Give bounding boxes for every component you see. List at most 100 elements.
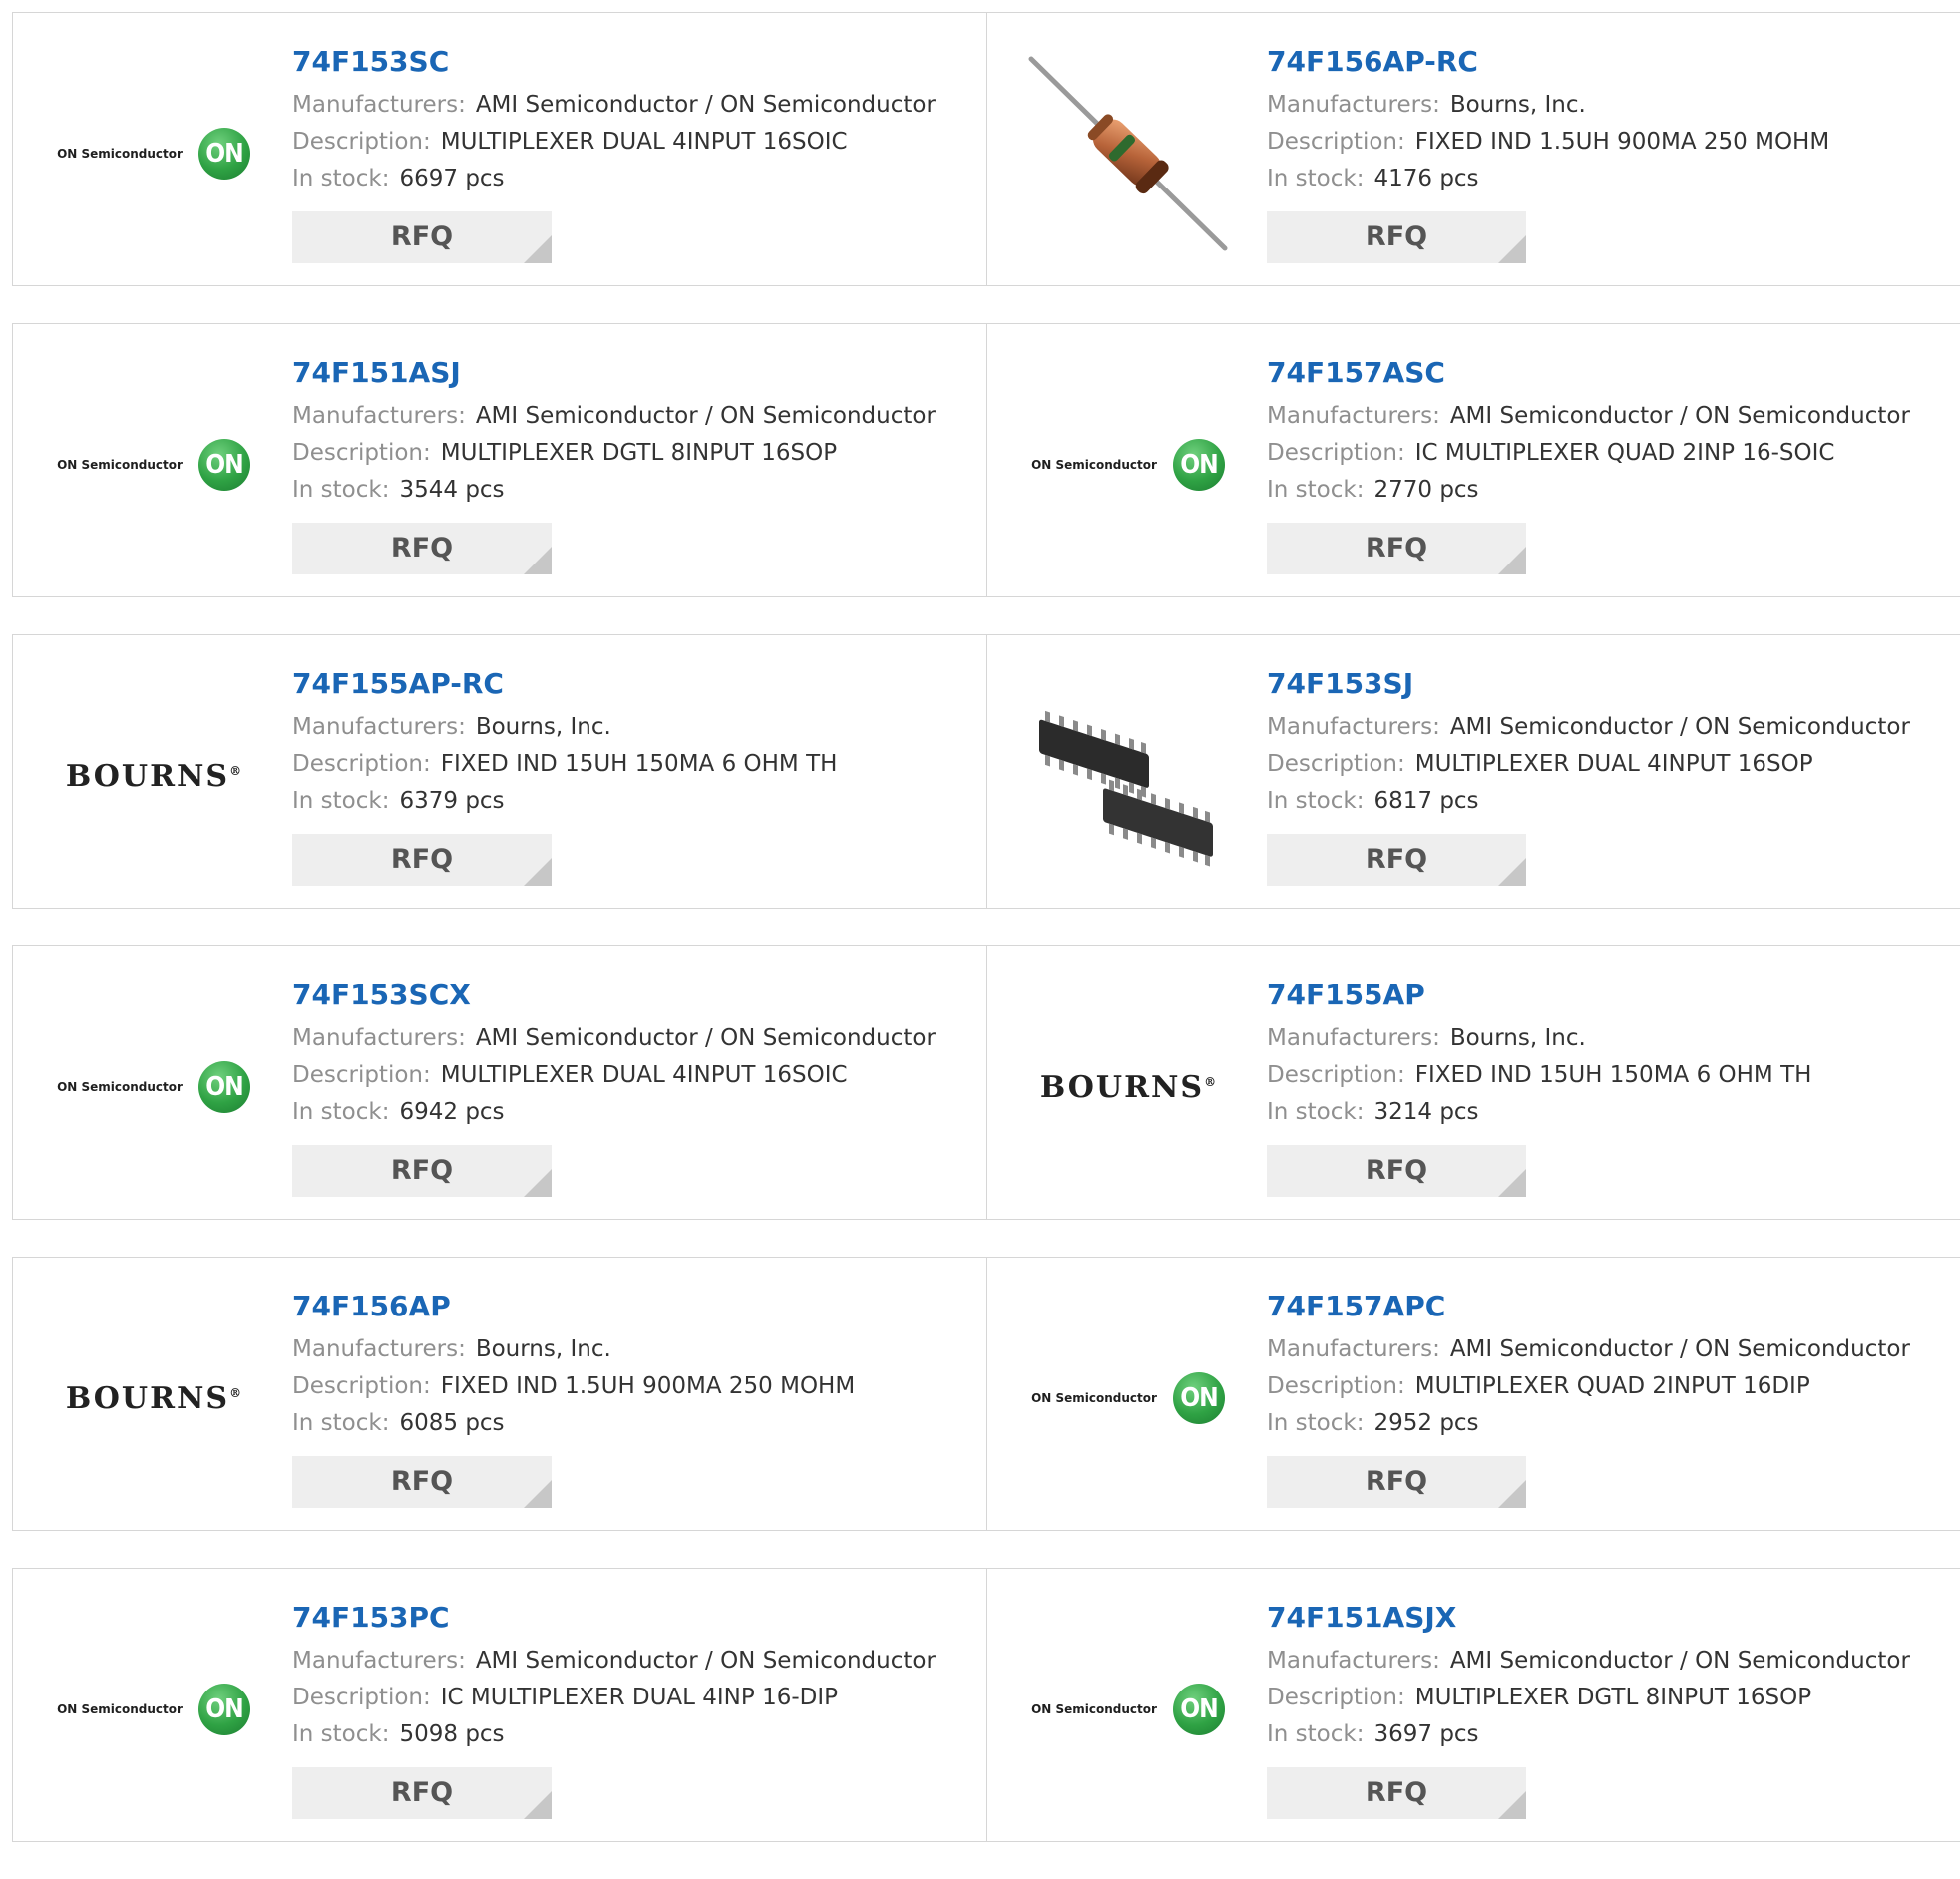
product-card: 74F156AP-RC Manufacturers: Bourns, Inc. D…: [987, 13, 1960, 285]
manufacturer-line: Manufacturers: AMI Semiconductor / ON Sem…: [292, 1020, 977, 1057]
stock-value: 6697 pcs: [399, 166, 505, 191]
description-value: FIXED IND 1.5UH 900MA 250 MOHM: [440, 1373, 856, 1399]
product-card: ON Semiconductor ON 74F157APC Manufactur…: [987, 1258, 1960, 1530]
stock-line: In stock: 6379 pcs: [292, 783, 977, 820]
rfq-label: RFQ: [1365, 221, 1428, 252]
description-label: Description:: [292, 440, 431, 466]
on-semiconductor-logo: ON Semiconductor ON: [57, 1061, 250, 1113]
rfq-button[interactable]: RFQ: [1267, 1456, 1526, 1508]
product-row: ON Semiconductor ON 74F153PC Manufacture…: [12, 1568, 1960, 1842]
manufacturer-value: AMI Semiconductor / ON Semiconductor: [1449, 1336, 1910, 1362]
product-image[interactable]: [1027, 53, 1229, 254]
part-number-link[interactable]: 74F157APC: [1267, 1288, 1951, 1325]
on-logo-mark: ON: [197, 1684, 250, 1735]
logo-text: ON Semiconductor: [57, 1080, 183, 1094]
product-image[interactable]: ON Semiconductor ON: [1027, 1298, 1229, 1499]
part-number-link[interactable]: 74F151ASJ: [292, 354, 977, 392]
description-line: Description: IC MULTIPLEXER DUAL 4INP 16-…: [292, 1680, 977, 1716]
on-logo-mark: ON: [197, 1061, 250, 1113]
stock-line: In stock: 2770 pcs: [1267, 472, 1951, 509]
product-card: BOURNS® 74F156AP Manufacturers: Bourns, I…: [13, 1258, 987, 1530]
part-number-link[interactable]: 74F153PC: [292, 1599, 977, 1637]
on-logo-mark: ON: [197, 439, 250, 491]
rfq-button[interactable]: RFQ: [1267, 523, 1526, 574]
rfq-button[interactable]: RFQ: [292, 1767, 552, 1819]
product-image[interactable]: BOURNS®: [1027, 986, 1229, 1188]
part-number-link[interactable]: 74F153SCX: [292, 976, 977, 1014]
logo-text: BOURNS: [65, 758, 230, 794]
manufacturer-value: AMI Semiconductor / ON Semiconductor: [1449, 714, 1910, 740]
logo-text: ON Semiconductor: [57, 1702, 183, 1716]
logo-text: ON Semiconductor: [1031, 1702, 1157, 1716]
manufacturer-line: Manufacturers: Bourns, Inc.: [1267, 1020, 1951, 1057]
in-stock-label: In stock:: [1267, 788, 1365, 814]
rfq-label: RFQ: [1365, 1466, 1428, 1497]
description-label: Description:: [292, 751, 431, 777]
stock-value: 2770 pcs: [1373, 477, 1479, 503]
in-stock-label: In stock:: [292, 1721, 390, 1747]
product-image[interactable]: ON Semiconductor ON: [1027, 364, 1229, 565]
in-stock-label: In stock:: [292, 1099, 390, 1125]
description-label: Description:: [1267, 1373, 1405, 1399]
product-row: ON Semiconductor ON 74F153SC Manufacture…: [12, 12, 1960, 286]
manufacturers-label: Manufacturers:: [1267, 1336, 1440, 1362]
rfq-button[interactable]: RFQ: [1267, 1145, 1526, 1197]
manufacturers-label: Manufacturers:: [292, 714, 466, 740]
on-logo-mark: ON: [1172, 439, 1225, 491]
product-image[interactable]: [1027, 675, 1229, 877]
corner-triangle-icon: [524, 858, 552, 886]
rfq-button[interactable]: RFQ: [292, 523, 552, 574]
stock-value: 2952 pcs: [1373, 1410, 1479, 1436]
product-row: BOURNS® 74F155AP-RC Manufacturers: Bourns…: [12, 634, 1960, 909]
rfq-button[interactable]: RFQ: [292, 834, 552, 886]
in-stock-label: In stock:: [1267, 1721, 1365, 1747]
product-image[interactable]: BOURNS®: [53, 1298, 254, 1499]
manufacturer-value: AMI Semiconductor / ON Semiconductor: [475, 1648, 936, 1674]
rfq-button[interactable]: RFQ: [1267, 1767, 1526, 1819]
rfq-label: RFQ: [390, 221, 454, 252]
product-image[interactable]: ON Semiconductor ON: [53, 986, 254, 1188]
description-line: Description: FIXED IND 1.5UH 900MA 250 MO…: [292, 1368, 977, 1405]
rfq-button[interactable]: RFQ: [292, 1456, 552, 1508]
manufacturer-value: AMI Semiconductor / ON Semiconductor: [1449, 403, 1910, 429]
registered-mark-icon: ®: [229, 1385, 242, 1400]
part-number-link[interactable]: 74F157ASC: [1267, 354, 1951, 392]
on-semiconductor-logo: ON Semiconductor ON: [57, 128, 250, 180]
product-card: ON Semiconductor ON 74F157ASC Manufactur…: [987, 324, 1960, 596]
stock-value: 6379 pcs: [399, 788, 505, 814]
stock-line: In stock: 6085 pcs: [292, 1405, 977, 1442]
part-number-link[interactable]: 74F151ASJX: [1267, 1599, 1951, 1637]
rfq-label: RFQ: [390, 533, 454, 564]
rfq-button[interactable]: RFQ: [292, 211, 552, 263]
product-image[interactable]: ON Semiconductor ON: [53, 364, 254, 565]
part-number-link[interactable]: 74F155AP: [1267, 976, 1951, 1014]
description-label: Description:: [292, 1685, 431, 1710]
part-number-link[interactable]: 74F155AP-RC: [292, 665, 977, 703]
stock-value: 6085 pcs: [399, 1410, 505, 1436]
rfq-button[interactable]: RFQ: [1267, 834, 1526, 886]
description-label: Description:: [292, 1373, 431, 1399]
stock-value: 3544 pcs: [399, 477, 505, 503]
part-number-link[interactable]: 74F156AP-RC: [1267, 43, 1951, 81]
in-stock-label: In stock:: [292, 788, 390, 814]
rfq-button[interactable]: RFQ: [292, 1145, 552, 1197]
product-image[interactable]: ON Semiconductor ON: [53, 53, 254, 254]
description-line: Description: FIXED IND 15UH 150MA 6 OHM T…: [1267, 1057, 1951, 1094]
registered-mark-icon: ®: [229, 763, 242, 778]
part-number-link[interactable]: 74F156AP: [292, 1288, 977, 1325]
rfq-button[interactable]: RFQ: [1267, 211, 1526, 263]
part-number-link[interactable]: 74F153SJ: [1267, 665, 1951, 703]
part-number-link[interactable]: 74F153SC: [292, 43, 977, 81]
product-image[interactable]: ON Semiconductor ON: [53, 1609, 254, 1810]
manufacturer-value: AMI Semiconductor / ON Semiconductor: [475, 92, 936, 118]
description-line: Description: MULTIPLEXER DUAL 4INPUT 16SO…: [292, 1057, 977, 1094]
rfq-label: RFQ: [390, 1155, 454, 1186]
in-stock-label: In stock:: [292, 477, 390, 503]
description-value: MULTIPLEXER DGTL 8INPUT 16SOP: [440, 440, 838, 466]
description-label: Description:: [1267, 129, 1405, 155]
product-image[interactable]: BOURNS®: [53, 675, 254, 877]
manufacturer-value: AMI Semiconductor / ON Semiconductor: [1449, 1648, 1910, 1674]
description-label: Description:: [292, 129, 431, 155]
product-image[interactable]: ON Semiconductor ON: [1027, 1609, 1229, 1810]
bourns-logo: BOURNS®: [66, 759, 241, 794]
